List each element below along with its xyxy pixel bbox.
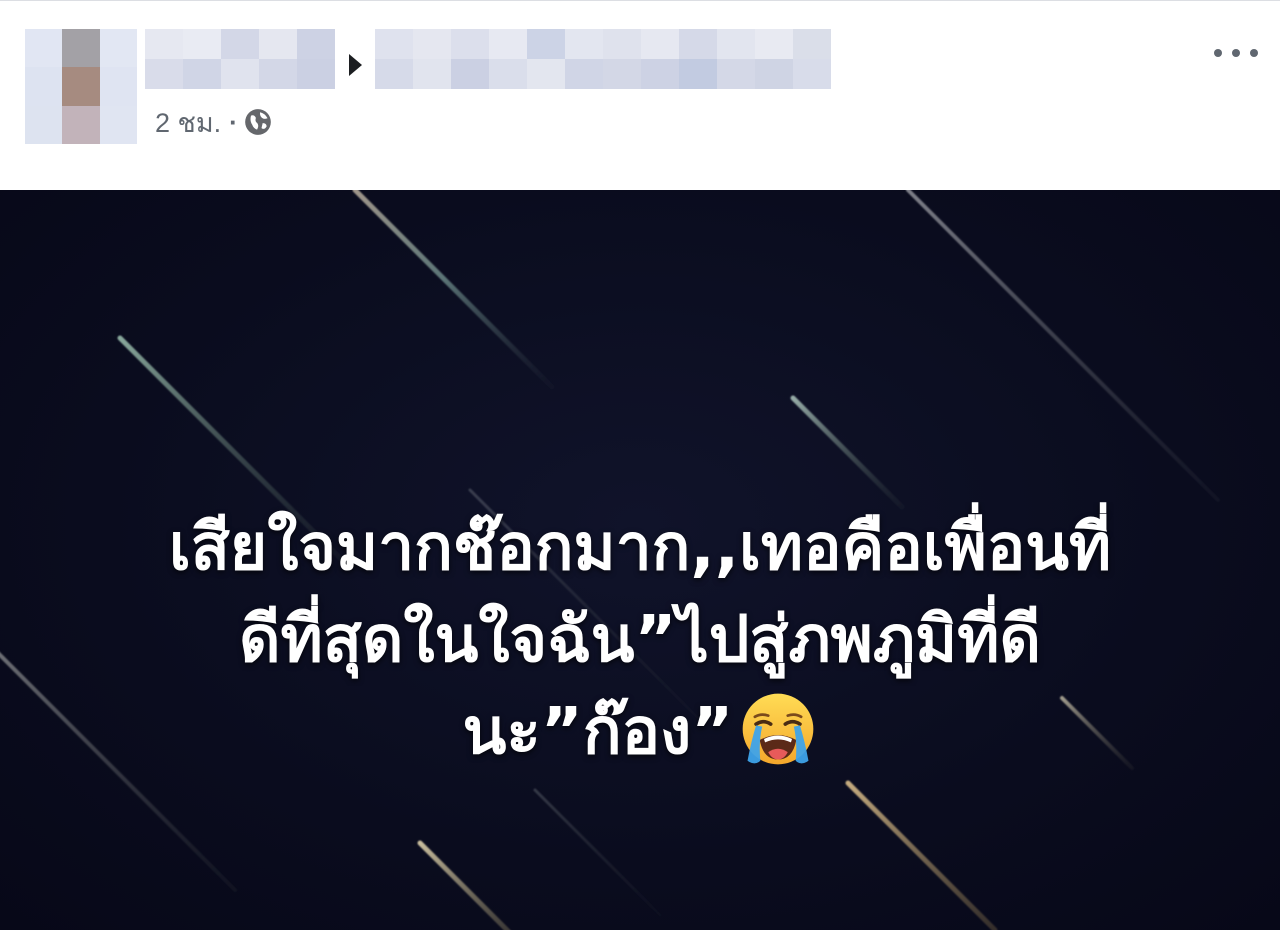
mosaic-cell — [413, 59, 451, 89]
mosaic-cell — [489, 59, 527, 89]
more-options-icon — [1214, 49, 1222, 57]
mosaic-cell — [62, 106, 100, 144]
mosaic-cell — [62, 67, 100, 106]
mosaic-cell — [183, 29, 221, 59]
mosaic-cell — [183, 59, 221, 89]
more-options-button[interactable] — [1210, 39, 1262, 67]
post-message-line: นะ”ก๊อง” — [0, 686, 1280, 778]
avatar[interactable] — [25, 29, 137, 144]
mosaic-cell — [100, 106, 137, 144]
mosaic-cell — [603, 59, 641, 89]
post-header: 2 ชม. · — [0, 0, 1280, 190]
group-name-blurred[interactable] — [375, 29, 831, 89]
mosaic-cell — [221, 29, 259, 59]
mosaic-cell — [527, 29, 565, 59]
mosaic-cell — [413, 29, 451, 59]
mosaic-cell — [297, 29, 335, 59]
mosaic-cell — [641, 29, 679, 59]
mosaic-cell — [489, 29, 527, 59]
mosaic-cell — [375, 29, 413, 59]
caret-right-icon — [349, 54, 362, 76]
mosaic-cell — [755, 29, 793, 59]
more-options-icon — [1232, 49, 1240, 57]
author-name-blurred[interactable] — [145, 29, 335, 89]
mosaic-cell — [793, 29, 831, 59]
star-streak — [417, 840, 511, 930]
mosaic-cell — [375, 59, 413, 89]
mosaic-cell — [25, 106, 62, 144]
mosaic-cell — [793, 59, 831, 89]
loudly-crying-face-icon — [739, 690, 817, 768]
mosaic-cell — [145, 59, 183, 89]
more-options-icon — [1250, 49, 1258, 57]
mosaic-cell — [259, 59, 297, 89]
mosaic-cell — [100, 29, 137, 67]
post-timestamp[interactable]: 2 ชม. — [155, 101, 221, 144]
mosaic-cell — [259, 29, 297, 59]
post-message-line: ดีที่สุดในใจฉัน”ไปสู่ภพภูมิที่ดี — [0, 594, 1280, 686]
mosaic-cell — [145, 29, 183, 59]
mosaic-cell — [717, 59, 755, 89]
mosaic-cell — [62, 29, 100, 67]
post-message: เสียใจมากช๊อกมาก,,เทอคือเพื่อนที่ ดีที่ส… — [0, 502, 1280, 778]
star-streak — [352, 190, 555, 390]
mosaic-cell — [679, 29, 717, 59]
post-message-line: เสียใจมากช๊อกมาก,,เทอคือเพื่อนที่ — [0, 502, 1280, 594]
post-message-text: นะ”ก๊อง” — [462, 695, 734, 769]
mosaic-cell — [25, 67, 62, 106]
mosaic-cell — [25, 29, 62, 67]
star-streak — [790, 395, 905, 510]
post-image[interactable]: เสียใจมากช๊อกมาก,,เทอคือเพื่อนที่ ดีที่ส… — [0, 190, 1280, 930]
post-message-text: ดีที่สุดในใจฉัน”ไปสู่ภพภูมิที่ดี — [239, 603, 1041, 677]
mosaic-cell — [641, 59, 679, 89]
mosaic-cell — [451, 29, 489, 59]
mosaic-cell — [221, 59, 259, 89]
star-streak — [533, 788, 662, 917]
star-streak — [845, 780, 998, 930]
mosaic-cell — [679, 59, 717, 89]
mosaic-cell — [297, 59, 335, 89]
mosaic-cell — [527, 59, 565, 89]
mosaic-cell — [100, 67, 137, 106]
mosaic-cell — [603, 29, 641, 59]
mosaic-cell — [565, 59, 603, 89]
meta-separator: · — [229, 106, 238, 137]
post-meta: 2 ชม. · — [155, 104, 272, 140]
star-streak — [906, 190, 1220, 502]
globe-icon — [244, 108, 272, 136]
mosaic-cell — [565, 29, 603, 59]
post-message-text: เสียใจมากช๊อกมาก,,เทอคือเพื่อนที่ — [168, 511, 1112, 585]
mosaic-cell — [451, 59, 489, 89]
mosaic-cell — [717, 29, 755, 59]
mosaic-cell — [755, 59, 793, 89]
